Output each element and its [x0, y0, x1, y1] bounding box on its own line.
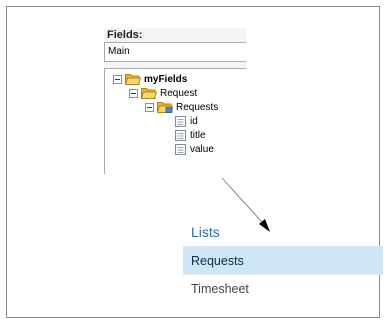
collapse-icon[interactable]	[113, 74, 122, 84]
tree-label-field: title	[190, 129, 206, 141]
tree-label-field: value	[190, 143, 214, 155]
field-icon	[175, 129, 186, 141]
open-folder-icon	[141, 88, 157, 99]
lists-navigation: Lists Requests Timesheet	[183, 217, 383, 303]
tree-label-field: id	[190, 115, 198, 127]
open-folder-icon	[125, 74, 141, 85]
tree-label-request: Request	[160, 87, 198, 99]
data-source-tree[interactable]: myFields Request Requests id title value	[104, 68, 246, 174]
nav-item-requests[interactable]: Requests	[183, 247, 383, 275]
field-icon	[175, 115, 186, 127]
tree-node-title[interactable]: title	[174, 128, 206, 142]
collapse-icon[interactable]	[129, 88, 138, 98]
collapse-icon[interactable]	[145, 102, 154, 112]
tree-node-myfields[interactable]: myFields	[113, 72, 187, 86]
tree-node-id[interactable]: id	[174, 114, 198, 128]
field-icon	[175, 143, 186, 155]
lists-header-link[interactable]: Lists	[183, 217, 383, 247]
repeating-folder-icon	[157, 102, 173, 113]
tree-label-myfields: myFields	[144, 73, 188, 85]
nav-item-timesheet[interactable]: Timesheet	[183, 275, 383, 303]
tree-label-requests: Requests	[176, 101, 219, 113]
tree-node-value[interactable]: value	[174, 142, 214, 156]
view-select[interactable]: Main	[104, 42, 246, 62]
tree-node-requests[interactable]: Requests	[145, 100, 218, 114]
fields-task-pane: Fields: Main myFields Request Requests i…	[104, 28, 246, 174]
fields-label: Fields:	[107, 29, 143, 41]
tree-node-request[interactable]: Request	[129, 86, 197, 100]
